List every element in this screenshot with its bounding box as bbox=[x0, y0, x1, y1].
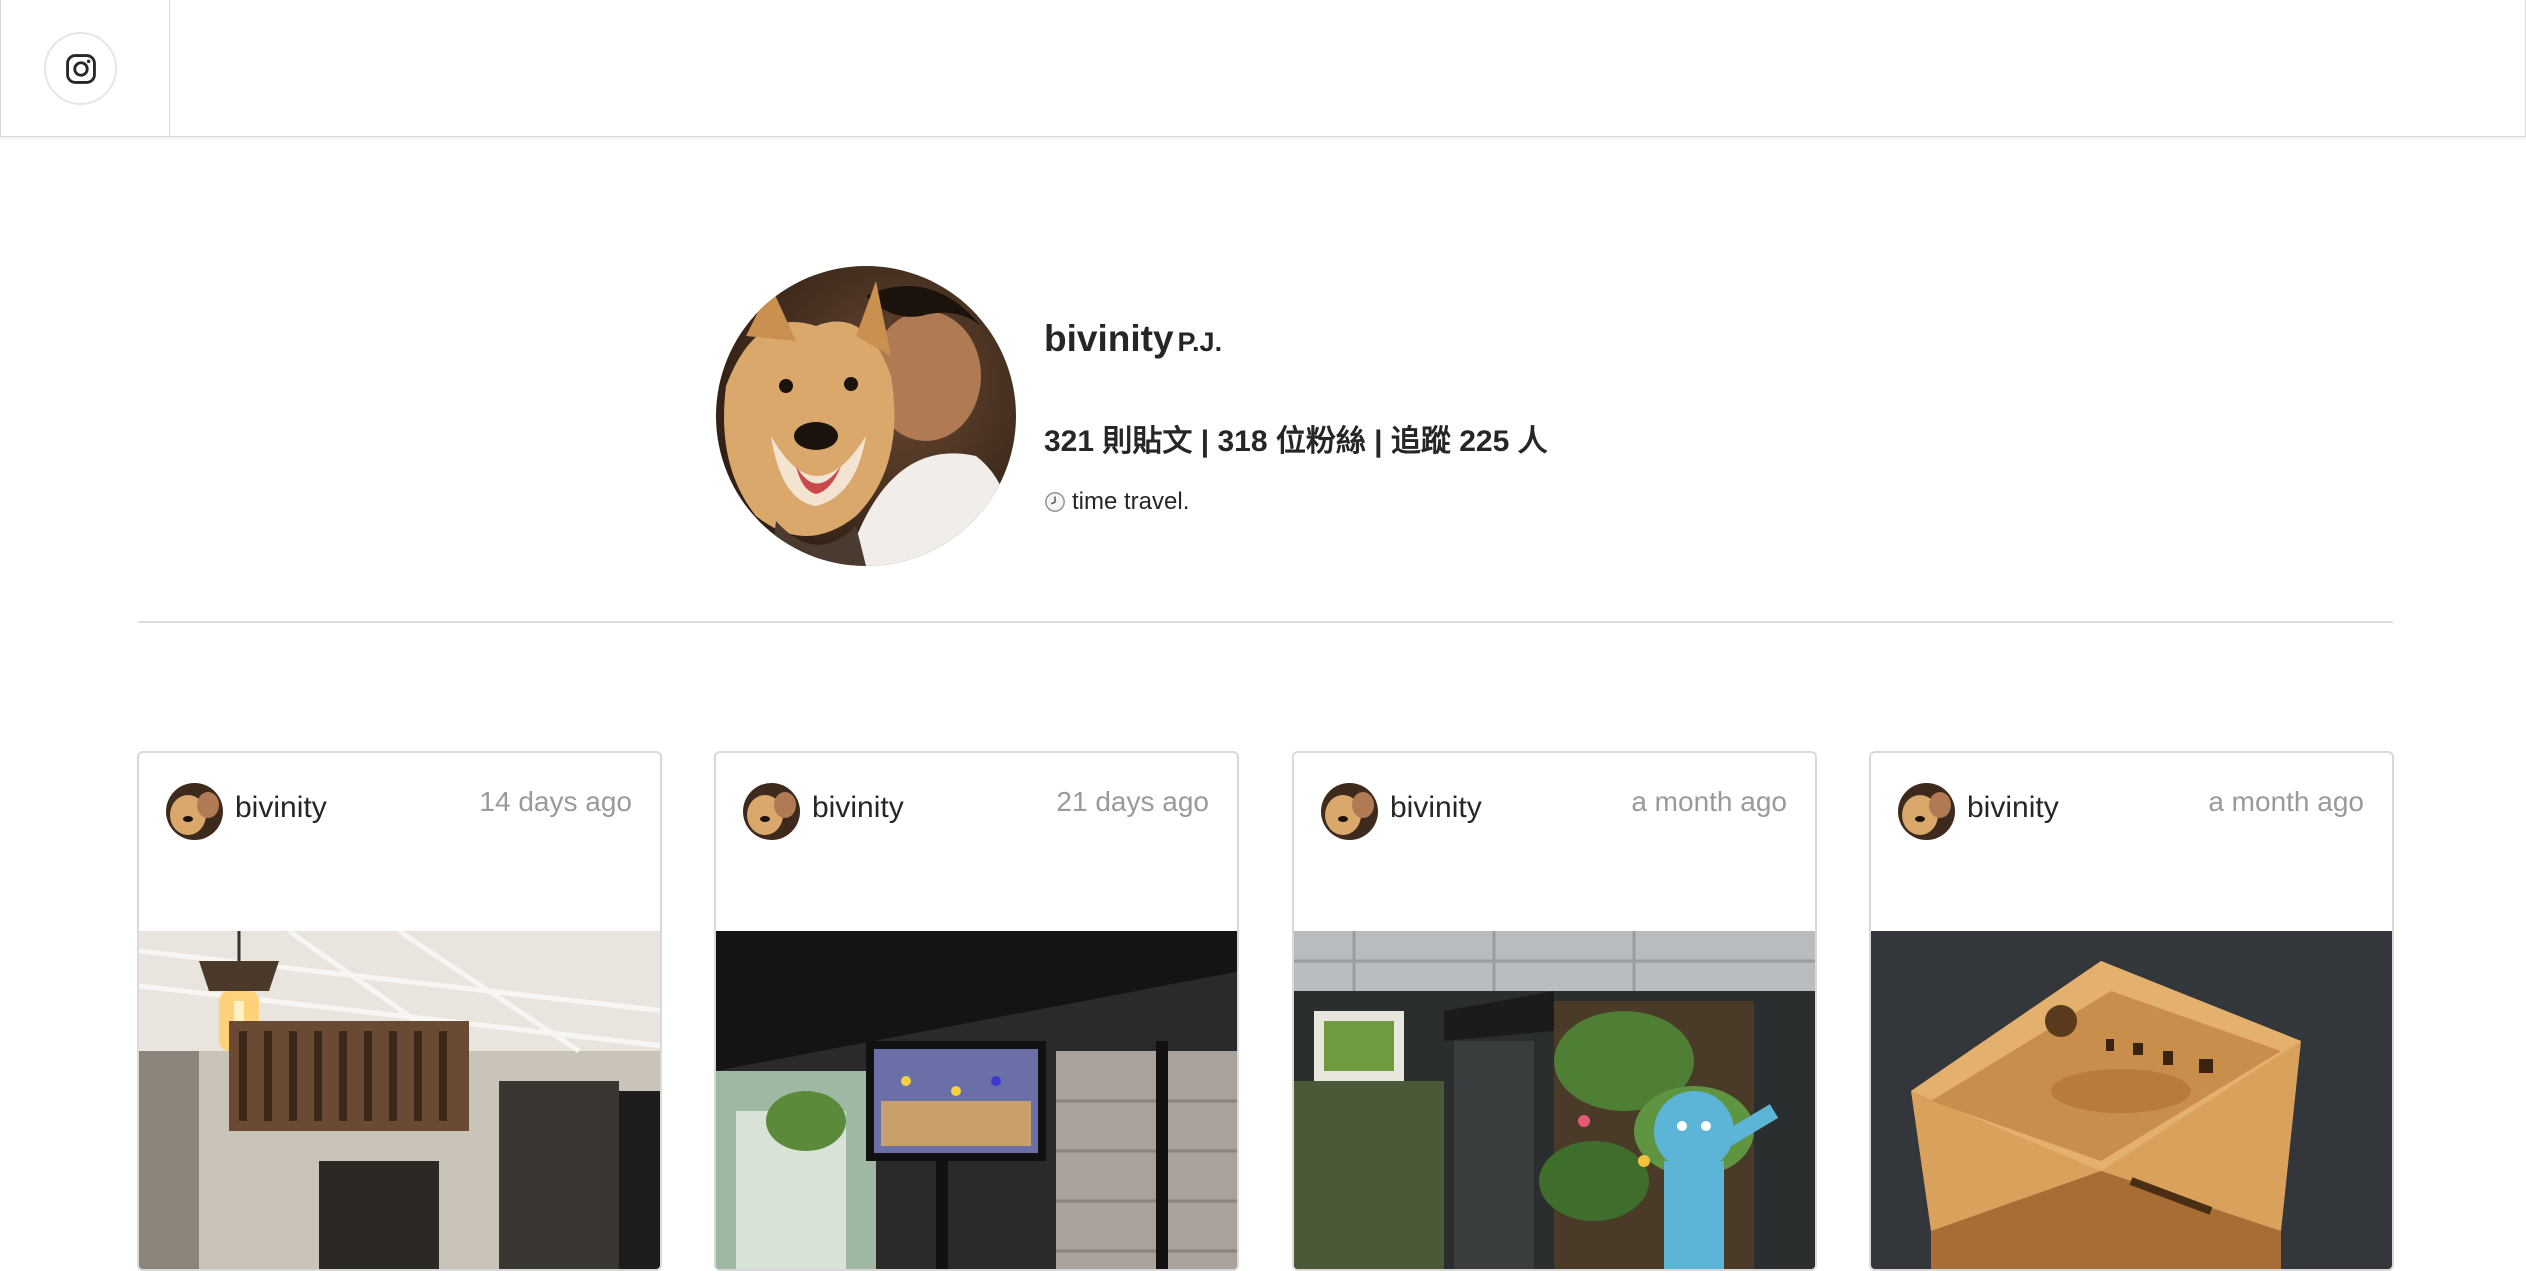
clock-icon bbox=[1045, 492, 1065, 512]
profile-name: bivinity P.J. bbox=[1044, 318, 1222, 360]
post-header: bivinity 14 days ago bbox=[139, 753, 660, 931]
post-username[interactable]: bivinity bbox=[1967, 791, 2059, 825]
profile-fullname: P.J. bbox=[1177, 327, 1223, 357]
post-card[interactable]: bivinity a month ago bbox=[1292, 751, 1817, 1271]
post-card[interactable]: bivinity 14 days ago bbox=[137, 751, 662, 1271]
post-username[interactable]: bivinity bbox=[812, 791, 904, 825]
post-photo[interactable] bbox=[1871, 931, 2394, 1271]
profile-bio: time travel. bbox=[1044, 488, 1189, 516]
post-timestamp: 21 days ago bbox=[1056, 786, 1209, 817]
profile-stats: 321 則貼文 | 318 位粉絲 | 追蹤 225 人 bbox=[1044, 425, 1548, 458]
post-timestamp: a month ago bbox=[2208, 786, 2364, 817]
post-avatar[interactable] bbox=[1321, 783, 1378, 840]
post-card[interactable]: bivinity 21 days ago bbox=[714, 751, 1239, 1271]
top-nav-bar bbox=[0, 0, 2526, 137]
post-timestamp: 14 days ago bbox=[479, 786, 632, 817]
instagram-logo-button[interactable] bbox=[44, 32, 117, 105]
post-header: bivinity 21 days ago bbox=[716, 753, 1237, 931]
post-photo[interactable] bbox=[139, 931, 662, 1271]
post-header: bivinity a month ago bbox=[1871, 753, 2392, 931]
post-card[interactable]: bivinity a month ago bbox=[1869, 751, 2394, 1271]
post-username[interactable]: bivinity bbox=[1390, 791, 1482, 825]
post-photo[interactable] bbox=[716, 931, 1239, 1271]
post-header: bivinity a month ago bbox=[1294, 753, 1815, 931]
profile-username: bivinity bbox=[1044, 318, 1174, 359]
post-username[interactable]: bivinity bbox=[235, 791, 327, 825]
post-avatar[interactable] bbox=[743, 783, 800, 840]
profile-bio-text: time travel. bbox=[1072, 488, 1190, 515]
post-avatar[interactable] bbox=[166, 783, 223, 840]
post-avatar[interactable] bbox=[1898, 783, 1955, 840]
post-photo[interactable] bbox=[1294, 931, 1817, 1271]
logo-cell bbox=[1, 0, 170, 136]
instagram-icon bbox=[65, 53, 96, 84]
profile-avatar bbox=[716, 266, 1016, 566]
post-timestamp: a month ago bbox=[1631, 786, 1787, 817]
profile-divider bbox=[138, 621, 2393, 623]
